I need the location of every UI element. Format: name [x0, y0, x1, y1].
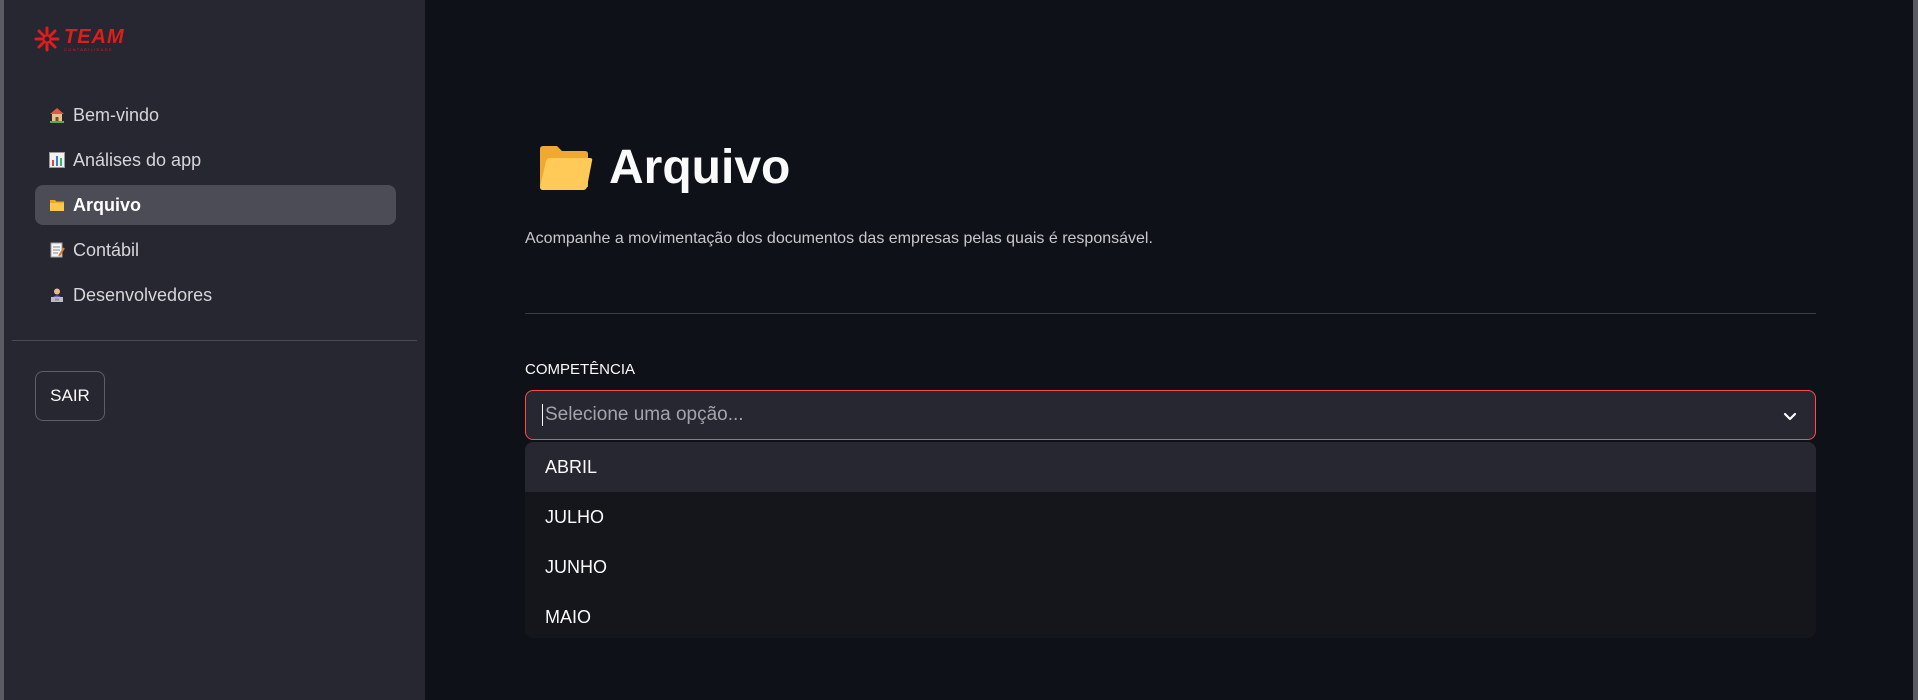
sidebar-item-analises[interactable]: Análises do app — [35, 140, 396, 180]
folder-icon — [48, 196, 66, 214]
sidebar-nav: Bem-vindo Análises do app Arquivo Contáb… — [35, 95, 396, 320]
page-title: Arquivo — [609, 141, 791, 194]
logo-subtitle: CONTABILIDADE — [64, 46, 113, 52]
bar-chart-icon — [48, 151, 66, 169]
competencia-label: COMPETÊNCIA — [525, 361, 636, 378]
dropdown-option-abril[interactable]: ABRIL — [525, 442, 1816, 492]
window-edge-right — [1913, 0, 1918, 700]
sidebar-item-contabil[interactable]: Contábil — [35, 230, 396, 270]
dropdown-option-maio[interactable]: MAIO — [525, 592, 1816, 638]
logout-button[interactable]: SAIR — [35, 371, 105, 421]
competencia-select[interactable]: Selecione uma opção... — [525, 390, 1816, 440]
content-divider — [525, 313, 1816, 314]
sidebar-item-label: Arquivo — [73, 194, 142, 215]
open-folder-icon — [537, 143, 593, 193]
logo-name: TEAM — [64, 25, 125, 48]
sidebar: TEAM CONTABILIDADE Bem-vindo Análises do… — [4, 0, 425, 700]
dropdown-option-julho[interactable]: JULHO — [525, 492, 1816, 542]
sidebar-divider — [12, 340, 417, 341]
sidebar-item-label: Bem-vindo — [73, 104, 160, 125]
memo-icon — [48, 241, 66, 259]
sidebar-item-bem-vindo[interactable]: Bem-vindo — [35, 95, 396, 135]
developer-icon — [48, 286, 66, 304]
select-placeholder: Selecione uma opção... — [545, 404, 744, 425]
logo-asterisk-icon — [34, 26, 60, 52]
page-header: Arquivo — [537, 140, 790, 195]
team-logo: TEAM CONTABILIDADE — [34, 26, 125, 52]
chevron-down-icon[interactable] — [1781, 407, 1799, 425]
sidebar-item-label: Análises do app — [73, 149, 202, 170]
dropdown-option-junho[interactable]: JUNHO — [525, 542, 1816, 592]
sidebar-item-label: Desenvolvedores — [73, 284, 213, 305]
app-window: TEAM CONTABILIDADE Bem-vindo Análises do… — [0, 0, 1918, 700]
main-content: Arquivo Acompanhe a movimentação dos doc… — [425, 0, 1913, 700]
text-cursor — [542, 404, 543, 426]
sidebar-item-desenvolvedores[interactable]: Desenvolvedores — [35, 275, 396, 315]
page-subtitle: Acompanhe a movimentação dos documentos … — [525, 230, 1153, 247]
house-icon — [48, 106, 66, 124]
sidebar-item-arquivo[interactable]: Arquivo — [35, 185, 396, 225]
competencia-dropdown-menu: ABRIL JULHO JUNHO MAIO — [525, 442, 1816, 638]
sidebar-item-label: Contábil — [73, 239, 140, 260]
